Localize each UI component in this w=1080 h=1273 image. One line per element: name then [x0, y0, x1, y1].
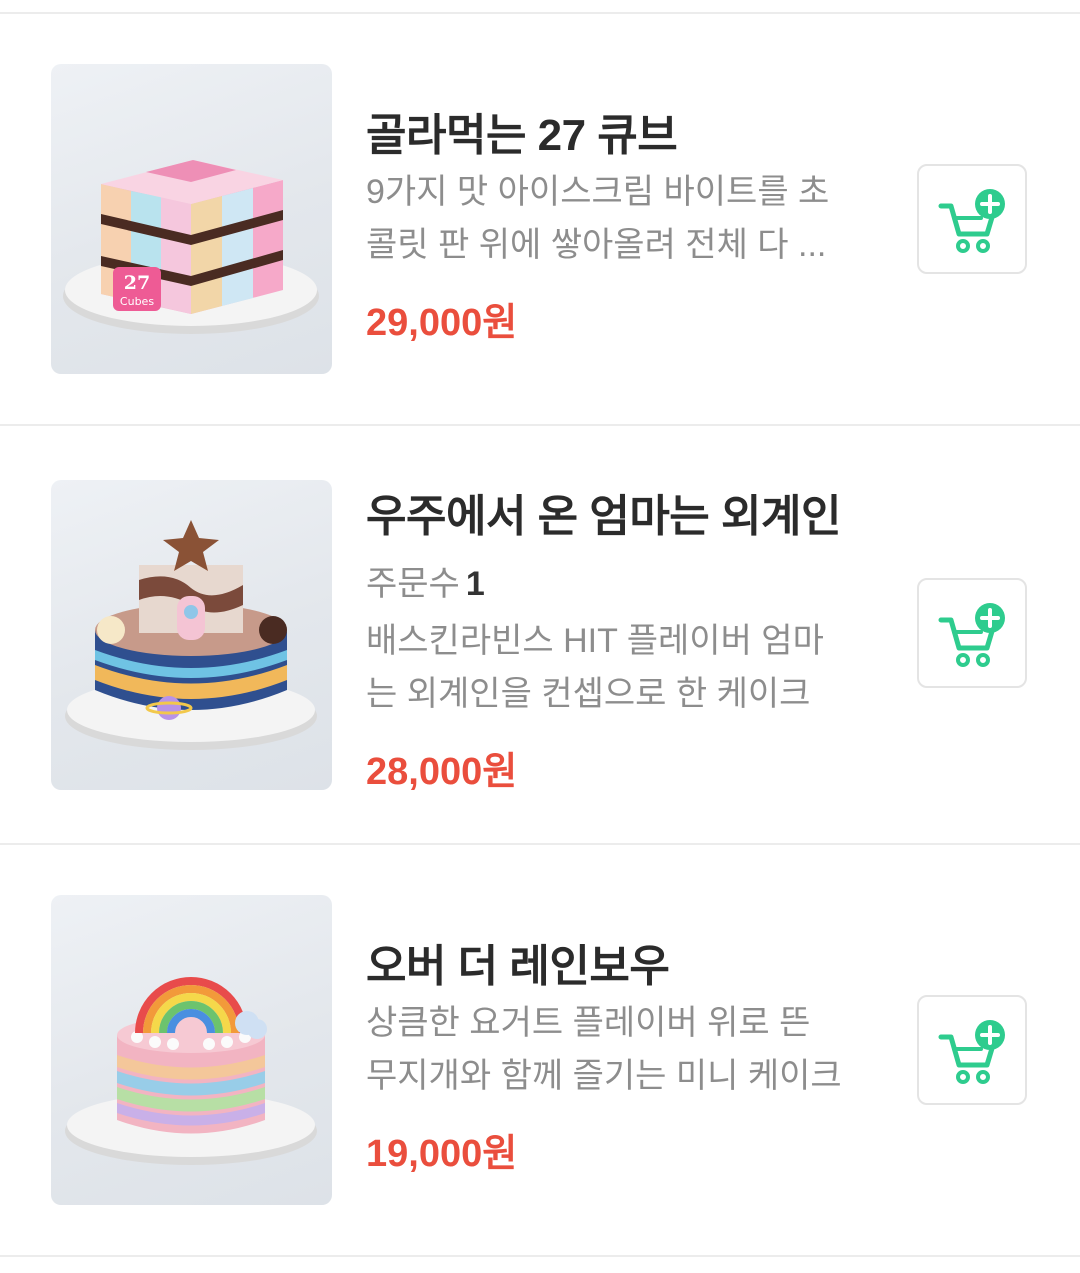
add-to-cart-icon: [938, 603, 1005, 667]
badge-number: 27: [124, 272, 150, 294]
order-count: 주문수 1: [366, 556, 485, 605]
product-image-space-alien-cake[interactable]: [51, 480, 332, 790]
product-description: 9가지 맛 아이스크림 바이트를 초 콜릿 판 위에 쌓아올려 전체 다 ...: [366, 166, 866, 272]
product-description: 배스킨라빈스 HIT 플레이버 엄마 는 외계인을 컨셉으로 한 케이크: [366, 615, 866, 721]
product-list: 27 Cubes 골라먹는 27 큐브 9가지 맛 아이스크림 바이트를 초 콜…: [0, 0, 1080, 1273]
add-to-cart-button[interactable]: [917, 995, 1027, 1105]
order-count-value: 1: [465, 565, 485, 603]
divider: [0, 1255, 1080, 1257]
description-line: 콜릿 판 위에 쌓아올려 전체 다 ...: [366, 226, 827, 264]
product-item[interactable]: 우주에서 온 엄마는 외계인 주문수 1 배스킨라빈스 HIT 플레이버 엄마 는…: [0, 426, 1080, 843]
description-line: 9가지 맛 아이스크림 바이트를 초: [366, 173, 830, 211]
add-to-cart-button[interactable]: [917, 578, 1027, 688]
product-image-rainbow-cake[interactable]: [51, 895, 332, 1205]
product-item[interactable]: 27 Cubes 골라먹는 27 큐브 9가지 맛 아이스크림 바이트를 초 콜…: [0, 14, 1080, 424]
order-count-label: 주문수: [366, 565, 460, 603]
add-to-cart-icon: [938, 1020, 1005, 1084]
product-description: 상큼한 요거트 플레이버 위로 뜬 무지개와 함께 즐기는 미니 케이크: [366, 997, 866, 1103]
product-image-27-cube[interactable]: 27 Cubes: [51, 64, 332, 374]
description-line: 는 외계인을 컨셉으로 한 케이크: [366, 675, 811, 713]
badge-label: Cubes: [120, 295, 154, 308]
add-to-cart-icon: [938, 189, 1005, 253]
product-price: 28,000원: [366, 751, 518, 793]
description-line: 무지개와 함께 즐기는 미니 케이크: [366, 1057, 842, 1095]
product-name[interactable]: 오버 더 레인보우: [366, 930, 670, 994]
product-price: 29,000원: [366, 302, 518, 344]
description-line: 상큼한 요거트 플레이버 위로 뜬: [366, 1004, 811, 1042]
product-name[interactable]: 우주에서 온 엄마는 외계인: [366, 480, 841, 544]
product-price: 19,000원: [366, 1133, 518, 1175]
description-line: 배스킨라빈스 HIT 플레이버 엄마: [366, 622, 824, 660]
product-item[interactable]: 오버 더 레인보우 상큼한 요거트 플레이버 위로 뜬 무지개와 함께 즐기는 …: [0, 845, 1080, 1255]
add-to-cart-button[interactable]: [917, 164, 1027, 274]
product-name[interactable]: 골라먹는 27 큐브: [366, 99, 678, 163]
